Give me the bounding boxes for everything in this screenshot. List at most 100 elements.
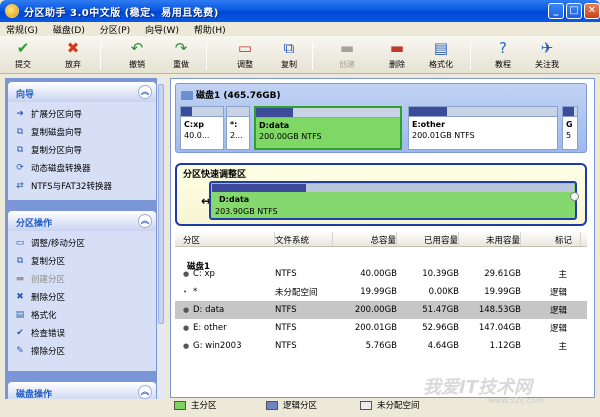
toolbar-button-resize-partition[interactable]: ▭ 调整	[228, 39, 262, 70]
toolbar-button-create-partition[interactable]: ▬ 创建	[330, 39, 364, 70]
partition-drive-icon: ●	[183, 270, 190, 278]
col-partition[interactable]: 分区	[175, 232, 275, 246]
legend-swatch	[360, 400, 372, 410]
partition-usage-fill	[181, 107, 192, 116]
delete-partition-icon: ▬	[389, 39, 405, 57]
quick-resize-partition[interactable]: D:data 203.90GB NTFS	[209, 181, 577, 220]
partition-usage-bar	[563, 107, 577, 117]
col-total[interactable]: 总容量	[333, 232, 397, 246]
sidebar-item-icon: ⟳	[16, 163, 24, 173]
close-button[interactable]: ✕	[584, 3, 600, 19]
sidebar-item[interactable]: ⧉ 复制分区向导	[14, 141, 156, 159]
minimize-button[interactable]: _	[548, 3, 564, 19]
menu-wizard[interactable]: 向导(W)	[139, 22, 185, 36]
cell-total: 200.01GB	[354, 323, 397, 333]
menu-partition[interactable]: 分区(P)	[94, 22, 136, 36]
sidebar-item[interactable]: ⇄ NTFS与FAT32转换器	[14, 177, 156, 195]
table-row[interactable]: ● C: xp NTFS 40.00GB 10.39GB 29.61GB 主	[175, 265, 587, 283]
collapse-chevron-icon[interactable]: ︽	[138, 214, 152, 228]
cell-flag: 主	[558, 270, 567, 280]
toolbar-button-check[interactable]: ✔ 提交	[6, 39, 40, 70]
partition-size: 40.0...	[184, 131, 210, 140]
toolbar-button-undo[interactable]: ↶ 撤销	[120, 39, 154, 70]
disk-partition-block[interactable]: C:xp 40.0...	[180, 106, 224, 150]
col-flag[interactable]: 标记	[521, 232, 581, 246]
cell-fs: NTFS	[275, 269, 297, 279]
resize-handle[interactable]	[570, 192, 579, 201]
sidebar-item-label: 擦除分区	[31, 347, 66, 357]
cell-flag: 逻辑	[549, 288, 567, 298]
cell-used: 0.00KB	[428, 287, 459, 297]
wizard-items: ➜ 扩展分区向导 ⧉ 复制磁盘向导 ⧉ 复制分区向导 ⟳ 动态磁盘转换器 ⇄ NTFS与FAT32…	[8, 102, 156, 195]
cell-free: 147.04GB	[478, 323, 521, 333]
toolbar-button-discard[interactable]: ✖ 放弃	[56, 39, 90, 70]
undo-icon: ↶	[130, 39, 144, 57]
partition-drive-icon: ●	[183, 324, 190, 332]
disk-icon	[181, 91, 193, 100]
sidebar-item[interactable]: ➜ 扩展分区向导	[14, 105, 156, 123]
menu-disk[interactable]: 磁盘(D)	[47, 22, 91, 36]
partition-name: E:other	[412, 120, 446, 129]
collapse-chevron-icon[interactable]: ︽	[138, 85, 152, 99]
partition-drive-icon: ●	[183, 306, 190, 314]
table-row[interactable]: ● G: win2003 NTFS 5.76GB 4.64GB 1.12GB 主	[175, 337, 587, 355]
sidebar-item[interactable]: ✔ 检查错误	[14, 324, 156, 342]
sidebar-item[interactable]: ✖ 删除分区	[14, 288, 156, 306]
sidebar-item[interactable]: ⟳ 动态磁盘转换器	[14, 159, 156, 177]
cell-free: 1.12GB	[489, 341, 521, 351]
toolbar-button-help[interactable]: ? 教程	[486, 39, 520, 70]
redo-icon: ↷	[174, 39, 188, 57]
toolbar-label: 重做	[173, 60, 189, 69]
cell-total: 19.99GB	[360, 287, 397, 297]
disk-partition-block[interactable]: D:data 200.00GB NTFS	[254, 106, 402, 150]
disk-partition-block[interactable]: G5	[562, 106, 578, 150]
partition-size: 200.01GB NTFS	[412, 131, 475, 140]
quick-resize-title: 分区快速调整区	[183, 170, 247, 180]
table-row[interactable]: • * 未分配空间 19.99GB 0.00KB 19.99GB 逻辑	[175, 283, 587, 301]
legend-item: 逻辑分区	[266, 399, 317, 411]
cell-free: 148.53GB	[478, 305, 521, 315]
toolbar-button-format[interactable]: ▤ 格式化	[424, 39, 458, 70]
partition-drive-icon: ●	[183, 342, 190, 350]
disk-ops-header[interactable]: 磁盘操作 ︽	[8, 382, 156, 399]
menu-general[interactable]: 常规(G)	[0, 22, 44, 36]
sidebar-item[interactable]: ▭ 调整/移动分区	[14, 234, 156, 252]
disk-map: 磁盘1 (465.76GB) C:xp 40.0... *: 2... D:data 20…	[175, 83, 587, 153]
disk-map-title: 磁盘1 (465.76GB)	[181, 88, 281, 101]
col-filesystem[interactable]: 文件系统	[275, 232, 333, 246]
collapse-chevron-icon[interactable]: ︽	[138, 385, 152, 399]
maximize-button[interactable]: □	[566, 3, 582, 19]
cell-free: 29.61GB	[484, 269, 521, 279]
legend-label: 逻辑分区	[283, 401, 318, 411]
toolbar-button-follow[interactable]: ✈ 关注我	[530, 39, 564, 70]
sidebar-item[interactable]: ⧉ 复制分区	[14, 252, 156, 270]
sidebar-item-label: 扩展分区向导	[31, 110, 83, 120]
toolbar-label: 放弃	[65, 60, 81, 69]
disk-partition-block[interactable]: E:other 200.01GB NTFS	[408, 106, 558, 150]
partition-usage-fill	[563, 107, 575, 116]
cell-total: 200.00GB	[354, 305, 397, 315]
toolbar-button-delete-partition[interactable]: ▬ 删除	[380, 39, 414, 70]
sidebar-item[interactable]: ▬ 创建分区	[14, 270, 156, 288]
help-icon: ?	[499, 39, 507, 57]
sidebar-item[interactable]: ⧉ 复制磁盘向导	[14, 123, 156, 141]
table-row[interactable]: ● E: other NTFS 200.01GB 52.96GB 147.04GB 逻辑	[175, 319, 587, 337]
partition-ops-header[interactable]: 分区操作 ︽	[8, 211, 156, 231]
sidebar-item[interactable]: ▤ 格式化	[14, 306, 156, 324]
disk-ops-title: 磁盘操作	[16, 390, 53, 399]
disk-group-row[interactable]: 磁盘1	[175, 247, 587, 272]
col-free[interactable]: 未用容量	[459, 232, 521, 246]
sidebar-item-icon: ⇄	[16, 181, 24, 191]
partition-table: 分区 文件系统 总容量 已用容量 未用容量 标记 磁盘1 ● C: xp NTFS 4…	[175, 232, 587, 395]
table-row[interactable]: ● D: data NTFS 200.00GB 51.47GB 148.53GB 逻辑	[175, 301, 587, 319]
sidebar-scrollbar[interactable]	[157, 78, 165, 399]
toolbar-button-redo[interactable]: ↷ 重做	[164, 39, 198, 70]
scrollbar-thumb[interactable]	[158, 84, 164, 324]
wizard-group-header[interactable]: 向导 ︽	[8, 82, 156, 102]
disk-partition-block[interactable]: *: 2...	[226, 106, 250, 150]
sidebar-item[interactable]: ✎ 擦除分区	[14, 342, 156, 360]
cell-text: E: other	[193, 323, 227, 333]
toolbar-button-copy-partition[interactable]: ⧉ 复制	[272, 39, 306, 70]
menu-help[interactable]: 帮助(H)	[188, 22, 232, 36]
col-used[interactable]: 已用容量	[397, 232, 459, 246]
